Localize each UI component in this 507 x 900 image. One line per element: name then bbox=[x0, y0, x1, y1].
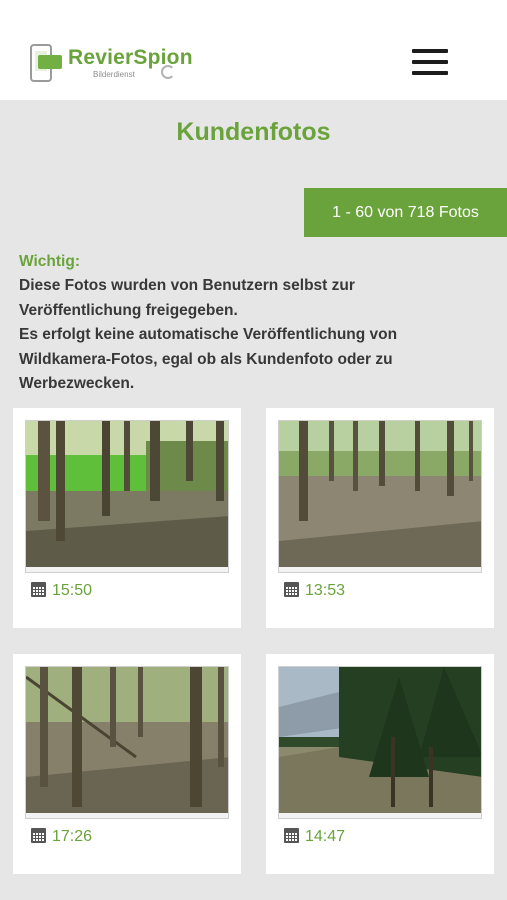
refresh-icon bbox=[161, 65, 175, 79]
revierspion-logo[interactable]: RevierSpion Bilderdienst bbox=[30, 42, 193, 84]
photo-time: 15:50 bbox=[31, 580, 92, 602]
app-header: RevierSpion Bilderdienst bbox=[0, 0, 507, 100]
photo-card[interactable]: 13:53 bbox=[266, 408, 494, 628]
photo-thumbnail[interactable] bbox=[25, 420, 229, 573]
logo-title: RevierSpion bbox=[68, 46, 193, 69]
photo-time: 13:53 bbox=[284, 580, 345, 602]
logo-subtitle: Bilderdienst bbox=[93, 70, 135, 79]
notice-line: Werbezwecken. bbox=[19, 375, 135, 393]
menu-bar bbox=[412, 60, 448, 64]
photo-thumbnail[interactable] bbox=[25, 666, 229, 819]
menu-bar bbox=[412, 49, 448, 53]
photo-card[interactable]: 17:26 bbox=[13, 654, 241, 874]
notice-line: Es erfolgt keine automatische Veröffentl… bbox=[19, 326, 398, 344]
photo-time-label: 13:53 bbox=[305, 582, 346, 599]
photo-time: 14:47 bbox=[284, 826, 345, 848]
photo-time-label: 14:47 bbox=[305, 828, 346, 845]
photo-card[interactable]: 14:47 bbox=[266, 654, 494, 874]
photo-thumbnail[interactable] bbox=[278, 666, 482, 819]
menu-bar bbox=[412, 71, 448, 75]
photo-time-label: 17:26 bbox=[52, 828, 93, 845]
notice-text: Wichtig: Diese Fotos wurden von Benutzer… bbox=[19, 250, 489, 396]
photo-time-label: 15:50 bbox=[52, 582, 93, 599]
calendar-icon bbox=[284, 828, 299, 843]
notice-line: Veröffentlichung freigegeben. bbox=[19, 301, 238, 319]
hamburger-menu-button[interactable] bbox=[410, 47, 450, 77]
notice-line: Wildkamera-Fotos, egal ob als Kundenfoto… bbox=[19, 350, 393, 368]
notice-label: Wichtig: bbox=[19, 253, 80, 270]
photo-card[interactable]: 15:50 bbox=[13, 408, 241, 628]
calendar-icon bbox=[284, 582, 299, 597]
calendar-icon bbox=[31, 828, 46, 843]
notice-line: Diese Fotos wurden von Benutzern selbst … bbox=[19, 277, 355, 295]
camera-icon bbox=[38, 55, 62, 69]
photo-time: 17:26 bbox=[31, 826, 92, 848]
page-title: Kundenfotos bbox=[176, 118, 331, 146]
photo-count-badge: 1 - 60 von 718 Fotos bbox=[304, 188, 507, 237]
calendar-icon bbox=[31, 582, 46, 597]
photo-thumbnail[interactable] bbox=[278, 420, 482, 573]
